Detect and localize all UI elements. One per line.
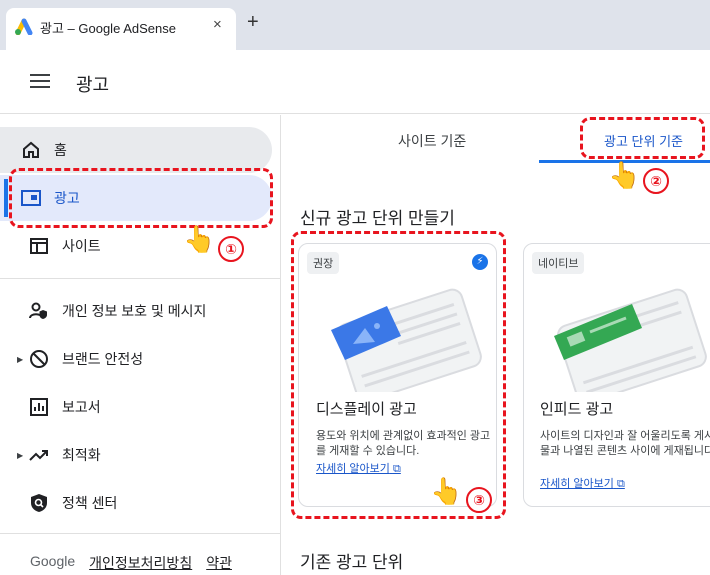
block-icon	[28, 348, 50, 370]
pointer-hand-icon: 👆	[608, 160, 641, 190]
external-link-icon: ⧉	[616, 478, 625, 490]
sidebar-item-brand-safety[interactable]: ▶ 브랜드 안전성	[8, 336, 272, 382]
card-description: 용도와 위치에 관계없이 효과적인 광고를 게재할 수 있습니다.	[316, 430, 491, 457]
sidebar-divider	[0, 278, 281, 279]
home-icon	[20, 139, 42, 161]
page-title: 광고	[76, 75, 110, 95]
link-text: 자세히 알아보기	[316, 463, 390, 475]
expand-caret-icon[interactable]: ▶	[17, 451, 23, 460]
expand-caret-icon[interactable]: ▶	[17, 355, 23, 364]
step-marker-2: ②	[643, 168, 669, 194]
recommended-badge: 권장	[307, 252, 340, 274]
native-badge: 네이티브	[532, 252, 585, 274]
privacy-policy-link[interactable]: 개인정보처리방침	[89, 553, 192, 573]
terms-link[interactable]: 약관	[206, 553, 232, 573]
tab-by-ad-unit[interactable]: 광고 단위 기준	[604, 131, 683, 150]
new-tab-button[interactable]: +	[247, 11, 259, 34]
hamburger-menu-icon[interactable]	[30, 74, 50, 90]
pointer-hand-icon: 👆	[430, 476, 463, 506]
sidebar-item-ads[interactable]: 광고	[0, 175, 272, 221]
pointer-hand-icon: 👆	[183, 224, 216, 254]
section-title-new-ad-units: 신규 광고 단위 만들기	[300, 209, 455, 228]
ads-icon	[20, 187, 42, 209]
learn-more-link[interactable]: 자세히 알아보기 ⧉	[316, 460, 401, 476]
view-tabs: 사이트 기준 광고 단위 기준	[298, 115, 710, 163]
step-marker-1: ①	[218, 236, 244, 262]
sidebar-item-reports[interactable]: 보고서	[8, 384, 272, 430]
external-link-icon: ⧉	[392, 463, 401, 475]
sidebar-item-label: 브랜드 안전성	[62, 351, 144, 367]
card-title: 디스플레이 광고	[316, 401, 417, 418]
trending-up-icon	[28, 444, 50, 466]
sites-icon	[28, 235, 50, 257]
sidebar-item-label: 홈	[54, 142, 67, 158]
sidebar-item-label: 개인 정보 보호 및 메시지	[62, 303, 207, 319]
display-ad-card[interactable]: 권장 ⚡ 디스플레이 광고 용도와 위치에 관계없이 효과적인 광고를 게재할 …	[298, 243, 497, 507]
display-ad-illustration	[331, 288, 482, 392]
browser-tab-strip: 광고 – Google AdSense × +	[0, 0, 710, 50]
sidebar-divider	[0, 533, 281, 534]
step-marker-3: ③	[466, 487, 492, 513]
in-feed-ad-illustration	[554, 288, 707, 392]
app-header: 광고	[0, 50, 710, 114]
browser-tab-title: 광고 – Google AdSense	[40, 21, 176, 36]
tab-by-site[interactable]: 사이트 기준	[398, 131, 466, 151]
policy-shield-icon	[28, 492, 50, 514]
link-text: 자세히 알아보기	[540, 478, 614, 490]
section-title-existing-ad-units: 기존 광고 단위	[300, 553, 404, 572]
learn-more-link[interactable]: 자세히 알아보기 ⧉	[540, 475, 625, 491]
sidebar-item-home[interactable]: 홈	[0, 127, 272, 173]
sidebar-item-label: 광고	[54, 190, 80, 206]
sidebar-item-optimization[interactable]: ▶ 최적화	[8, 432, 272, 478]
sidebar-item-label: 정책 센터	[62, 495, 118, 511]
sidebar-item-label: 보고서	[62, 399, 101, 415]
sidebar: 홈 광고 사이트 개인 정보 보호 및 메시지 ▶ 브랜드 안전성 보고서 ▶ …	[0, 115, 281, 575]
privacy-icon	[28, 300, 50, 322]
active-indicator	[4, 179, 8, 217]
sidebar-item-policy-center[interactable]: 정책 센터	[8, 480, 272, 526]
reports-icon	[28, 396, 50, 418]
sidebar-footer: Google 개인정보처리방침 약관	[30, 553, 232, 573]
sidebar-item-privacy[interactable]: 개인 정보 보호 및 메시지	[8, 288, 272, 334]
adsense-logo-icon	[15, 18, 33, 35]
browser-tab[interactable]: 광고 – Google AdSense ×	[6, 8, 236, 50]
google-logo-text: Google	[30, 553, 76, 569]
sidebar-item-label: 최적화	[62, 447, 101, 463]
card-title: 인피드 광고	[540, 401, 614, 418]
in-feed-ad-card[interactable]: 네이티브 인피드 광고 사이트의 디자인과 잘 어울리도록 게시물과 나열된 콘…	[523, 243, 710, 507]
bolt-icon: ⚡	[472, 254, 488, 270]
close-tab-icon[interactable]: ×	[213, 16, 222, 33]
sidebar-item-label: 사이트	[62, 238, 101, 254]
card-description: 사이트의 디자인과 잘 어울리도록 게시물과 나열된 콘텐츠 사이에 게재됩니다…	[540, 430, 710, 457]
